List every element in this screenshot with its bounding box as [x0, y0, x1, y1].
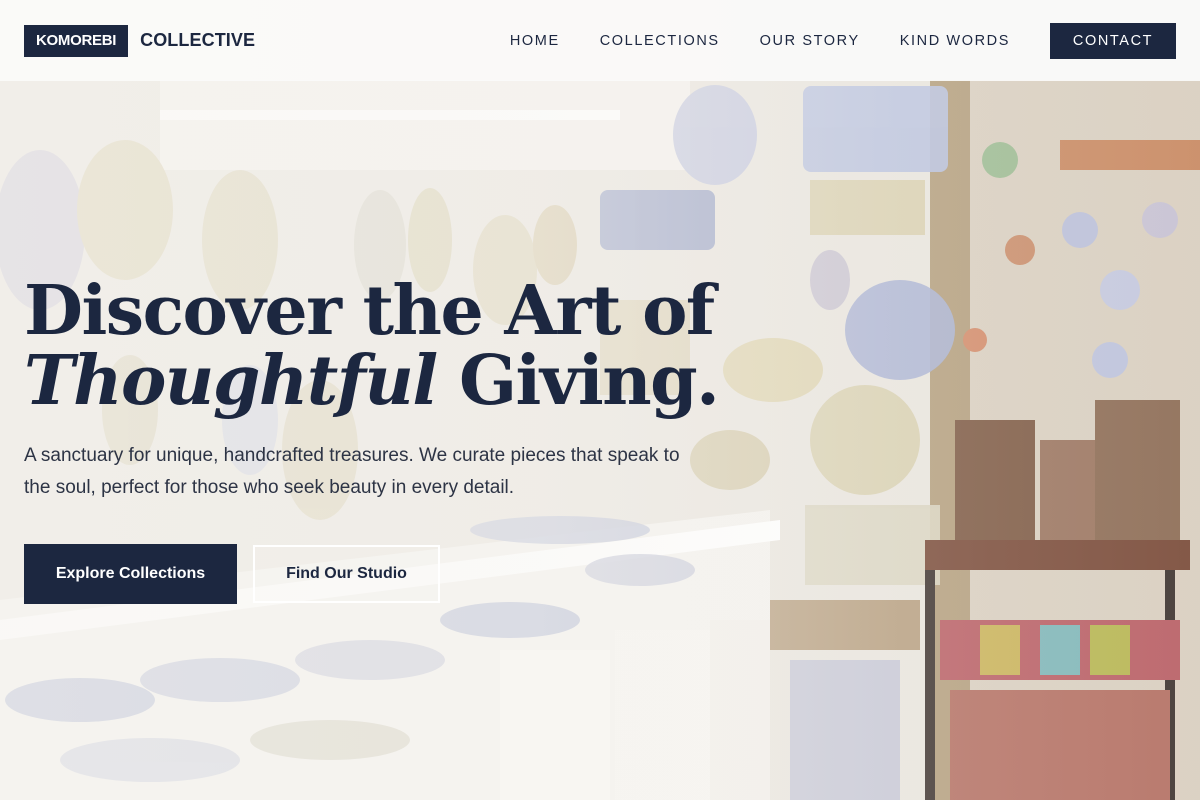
- headline-italic-word: Thoughtful: [24, 341, 438, 421]
- nav-link-collections[interactable]: COLLECTIONS: [600, 33, 720, 49]
- brand-logo[interactable]: KOMOREBI COLLECTIVE: [24, 24, 256, 57]
- nav-link-kind-words[interactable]: KIND WORDS: [900, 33, 1010, 49]
- nav-link-home[interactable]: HOME: [510, 33, 560, 49]
- find-our-studio-button[interactable]: Find Our Studio: [253, 545, 440, 603]
- explore-collections-button[interactable]: Explore Collections: [24, 544, 237, 604]
- top-navbar: KOMOREBI COLLECTIVE HOME COLLECTIONS OUR…: [0, 0, 1200, 81]
- logo-text: COLLECTIVE: [140, 30, 256, 50]
- hero-headline: Discover the Art of Thoughtful Giving.: [24, 276, 720, 416]
- nav-link-our-story[interactable]: OUR STORY: [760, 33, 860, 49]
- headline-line-1: Discover the Art of: [24, 271, 715, 351]
- contact-button[interactable]: CONTACT: [1050, 22, 1176, 59]
- headline-rest: Giving.: [436, 341, 720, 421]
- nav-links: HOME COLLECTIONS OUR STORY KIND WORDS CO…: [510, 22, 1176, 59]
- cta-row: Explore Collections Find Our Studio: [24, 544, 718, 604]
- hero-section: Discover the Art of Thoughtful Giving. A…: [24, 276, 720, 604]
- logo-box: KOMOREBI: [24, 24, 129, 57]
- hero-subtext: A sanctuary for unique, handcrafted trea…: [24, 445, 680, 498]
